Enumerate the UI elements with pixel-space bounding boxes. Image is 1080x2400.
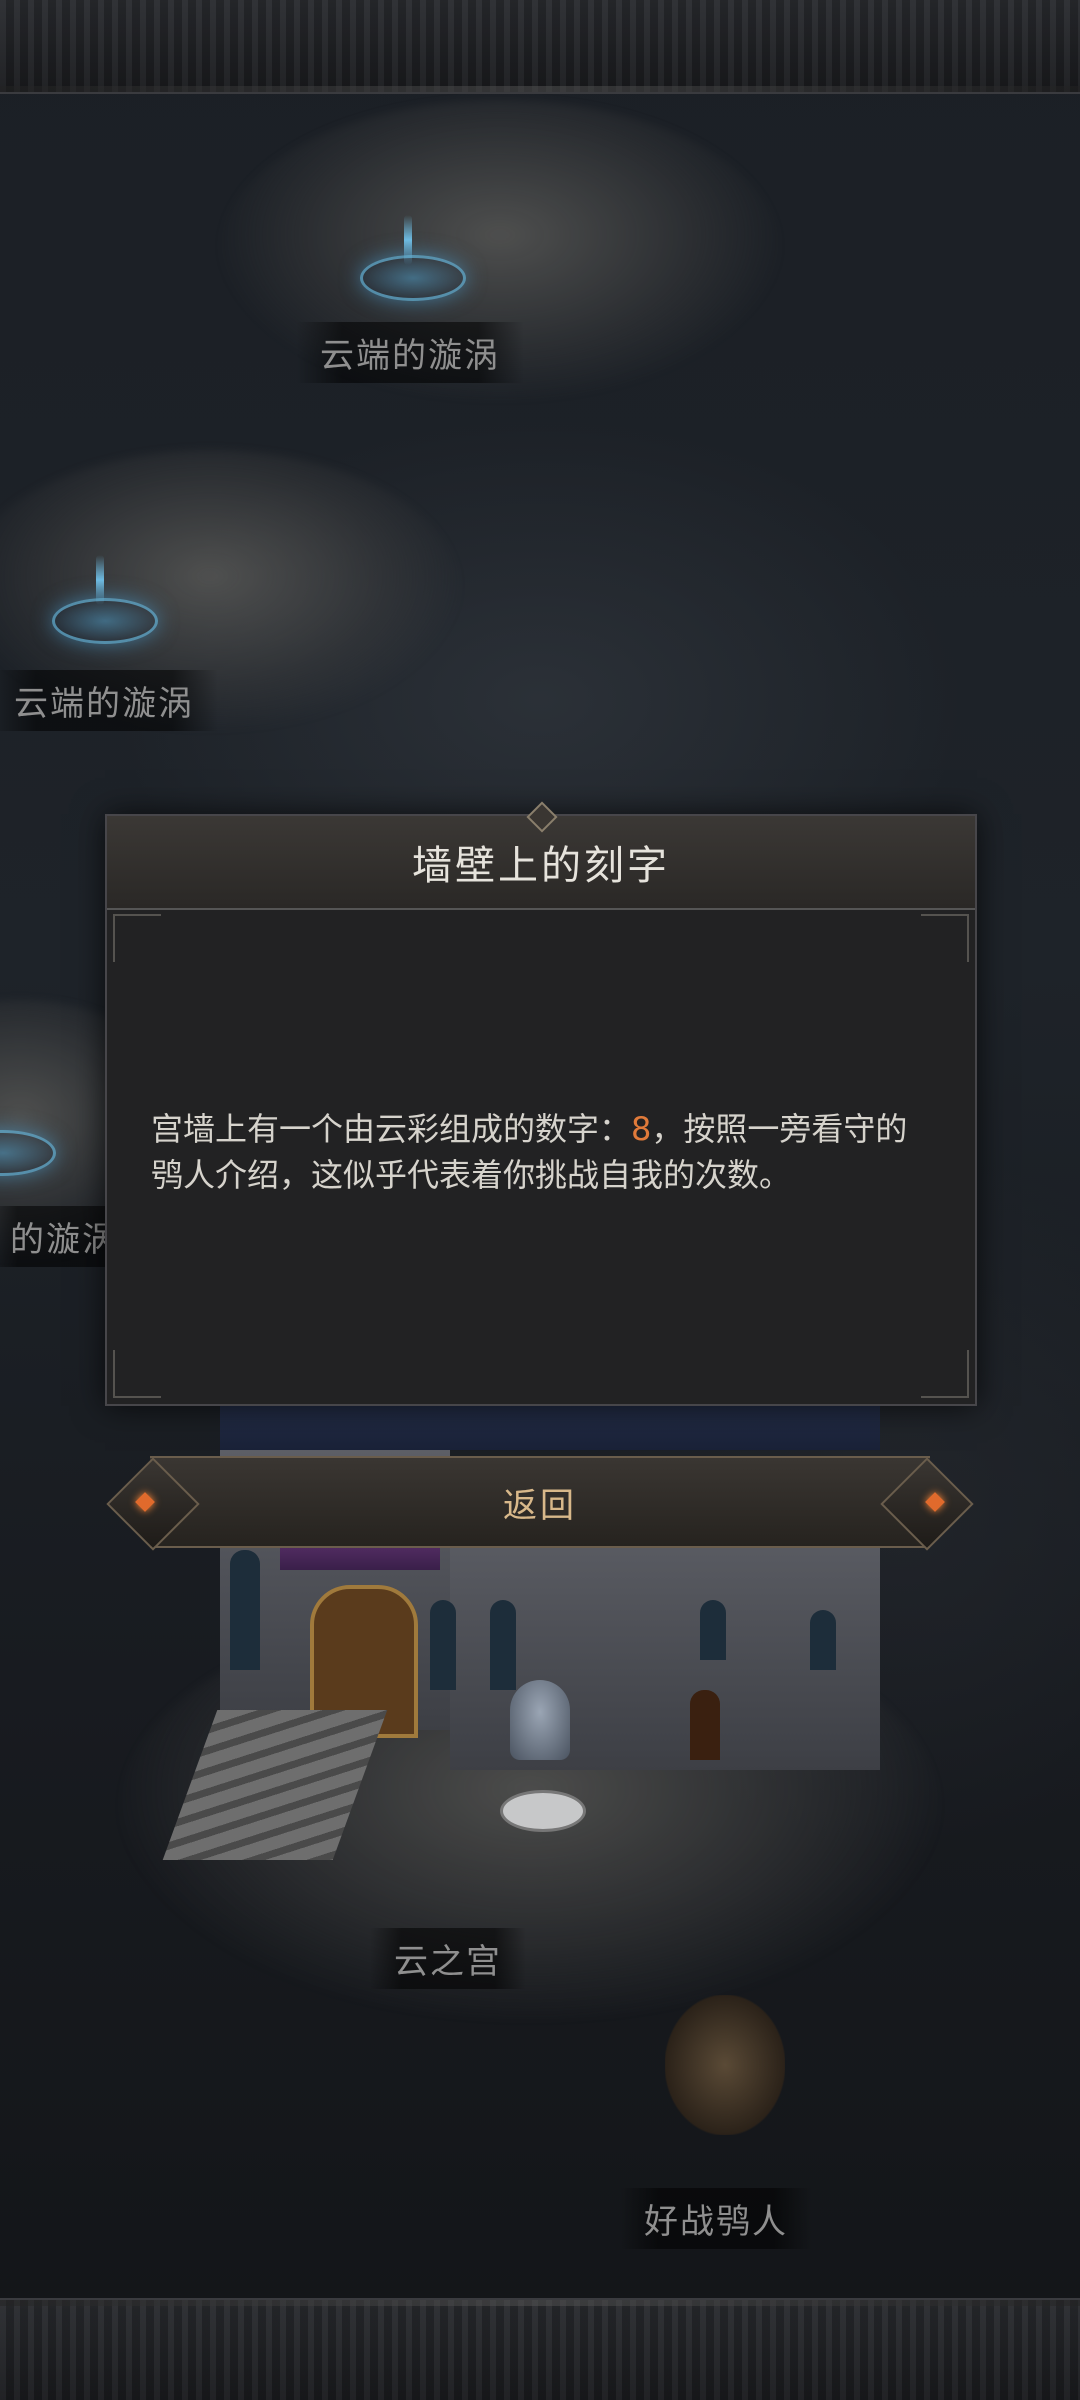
- corner-ornament: [113, 1350, 161, 1398]
- portal-ring-icon: [52, 598, 158, 644]
- return-button[interactable]: 返回: [106, 1456, 974, 1551]
- game-map: 云端的漩涡 云端的漩涡 的漩涡 云之宫 好战鸮人 墙壁上的刻字 宫墙上有一个由云…: [0, 0, 1080, 2400]
- corner-ornament: [113, 914, 161, 962]
- return-button-label: 返回: [503, 1485, 577, 1526]
- corner-ornament: [921, 914, 969, 962]
- location-label-vortex-2[interactable]: 云端的漩涡: [0, 670, 218, 731]
- location-label-vortex-1[interactable]: 云端的漩涡: [296, 322, 524, 383]
- dialog-title: 墙壁上的刻字: [412, 843, 670, 889]
- dialog-message: 宫墙上有一个由云彩组成的数字：8，按照一旁看守的鸮人介绍，这似乎代表着你挑战自我…: [151, 1106, 931, 1199]
- statue-pedestal: [500, 1790, 586, 1832]
- message-text-before: 宫墙上有一个由云彩组成的数字：: [151, 1110, 632, 1148]
- top-ornate-border: [0, 0, 1080, 94]
- location-label-warlike-harpy[interactable]: 好战鸮人: [620, 2188, 812, 2249]
- portal-ring-icon: [360, 255, 466, 301]
- inscription-dialog: 墙壁上的刻字 宫墙上有一个由云彩组成的数字：8，按照一旁看守的鸮人介绍，这似乎代…: [105, 801, 977, 1406]
- dialog-header: 墙壁上的刻字: [107, 801, 975, 910]
- warlike-harpy-figure[interactable]: [665, 1995, 785, 2135]
- bottom-ornate-border: [0, 2298, 1080, 2400]
- button-left-tip: [106, 1457, 200, 1551]
- header-gem-icon: [526, 801, 558, 833]
- challenge-count: 8: [631, 1110, 652, 1148]
- corner-ornament: [921, 1350, 969, 1398]
- harpy-guard-statue: [510, 1680, 570, 1760]
- location-label-cloud-palace[interactable]: 云之宫: [370, 1928, 526, 1989]
